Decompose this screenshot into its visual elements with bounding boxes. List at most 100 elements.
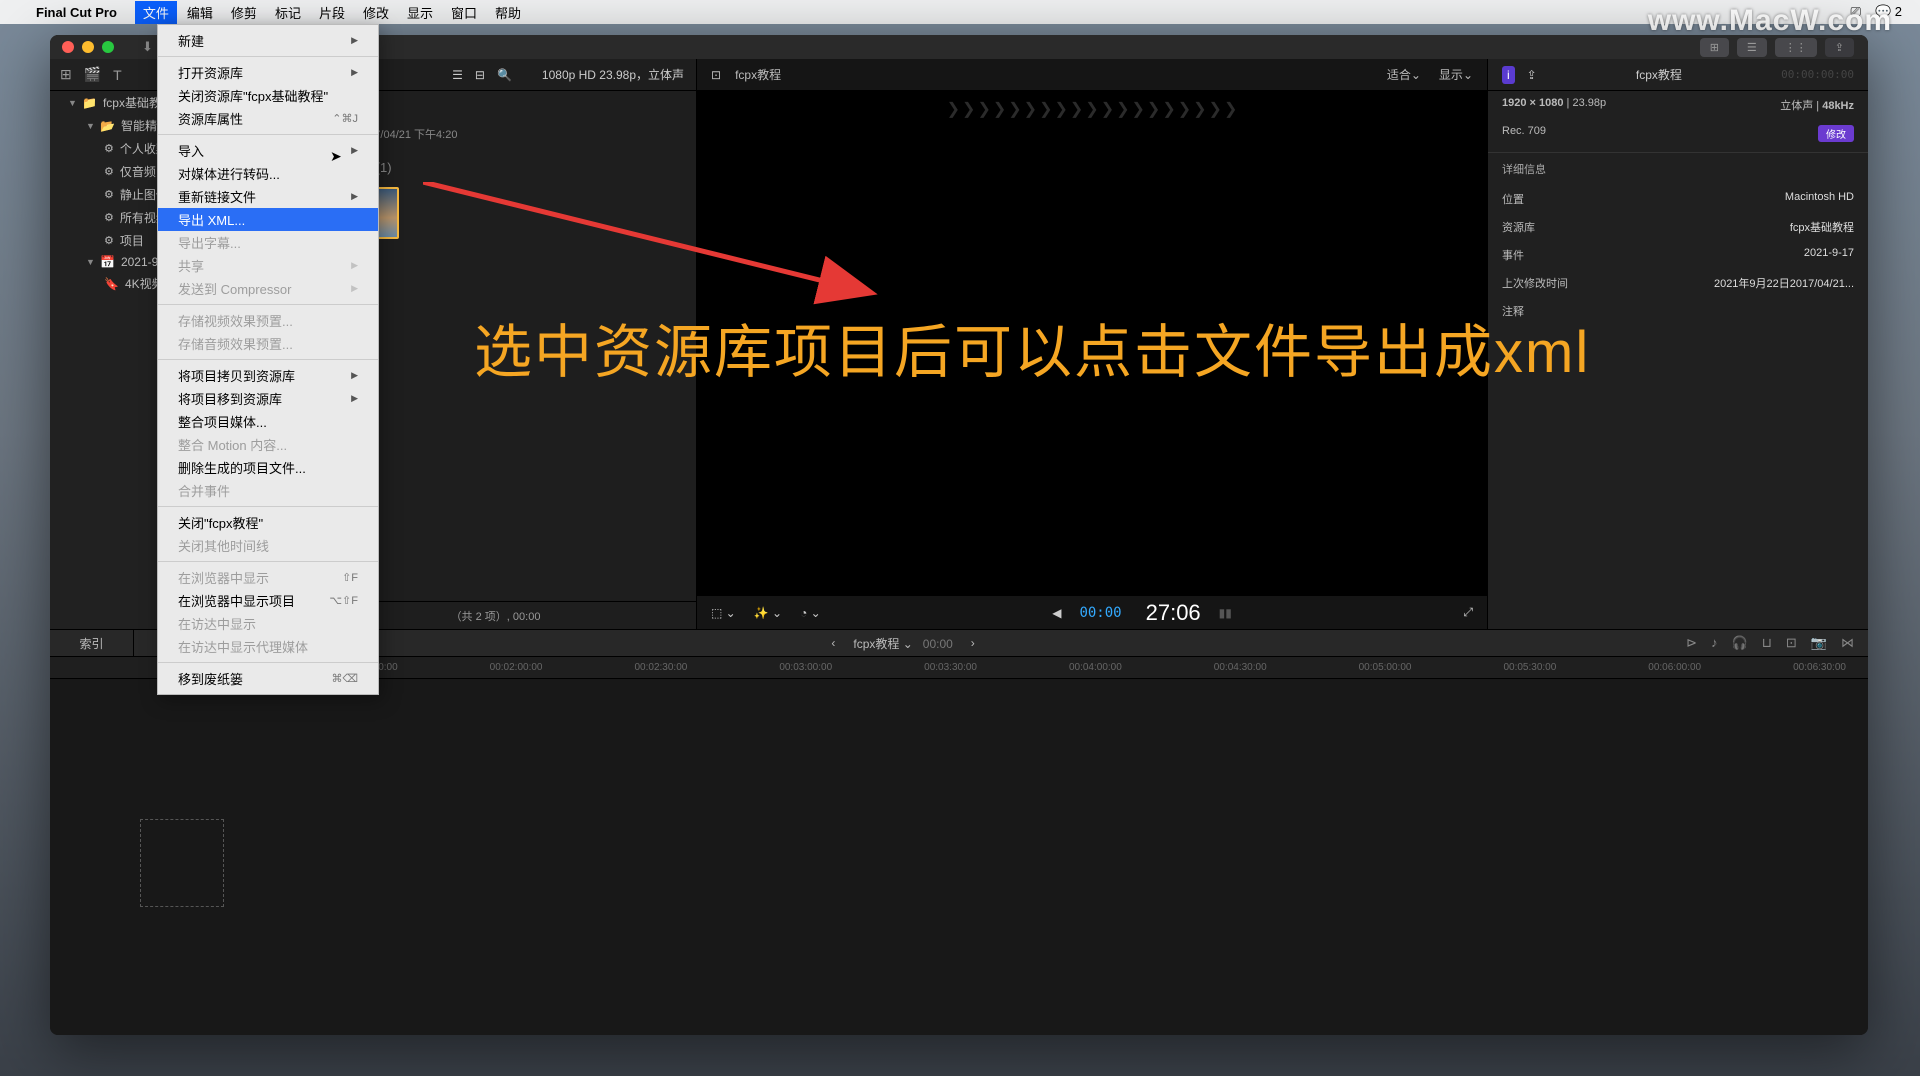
viewer-view[interactable]: 显示 <box>1439 66 1463 83</box>
menu-delete-generated[interactable]: 删除生成的项目文件... <box>158 456 378 479</box>
angle-icon[interactable]: ⊡ <box>711 68 721 82</box>
menu-new[interactable]: 新建 <box>158 29 378 52</box>
skimming-icon[interactable]: ⊳ <box>1686 635 1697 651</box>
library-tab-icon[interactable]: ⊞ <box>60 66 72 83</box>
inspector-colorspace: Rec. 709 <box>1502 125 1546 142</box>
inspector-audio: 立体声 <box>1780 100 1813 112</box>
ruler-mark: 00:03:00:00 <box>779 662 832 673</box>
annotation-text: 选中资源库项目后可以点击文件导出成xml <box>474 305 1590 389</box>
menu-move-to-library[interactable]: 将项目移到资源库 <box>158 387 378 410</box>
clip-appearance-icon[interactable]: ☰ <box>452 68 463 82</box>
menu-trim[interactable]: 修剪 <box>231 3 257 22</box>
render-indicator: ❯❯❯❯❯❯❯❯❯❯❯❯❯❯❯❯❯❯❯ <box>697 99 1487 123</box>
titles-tab-icon[interactable]: T <box>113 67 122 83</box>
menu-mark[interactable]: 标记 <box>275 3 301 22</box>
info-tab-icon[interactable]: i <box>1502 66 1515 84</box>
layout-filmstrip-button[interactable]: ⋮⋮ <box>1775 38 1817 57</box>
menu-consolidate[interactable]: 整合项目媒体... <box>158 410 378 433</box>
viewer-tc-pre: 00:00 <box>1079 605 1121 621</box>
search-icon[interactable]: 🔍 <box>497 68 512 82</box>
menu-transcode[interactable]: 对媒体进行转码... <box>158 162 378 185</box>
menu-relink[interactable]: 重新链接文件 <box>158 185 378 208</box>
tl-effects-icon[interactable]: ⋈ <box>1841 635 1854 651</box>
menu-save-vfx: 存储视频效果预置... <box>158 309 378 332</box>
inspector-timecode: 00:00:00:00 <box>1781 68 1854 81</box>
file-menu-dropdown: 新建 打开资源库 关闭资源库"fcpx基础教程" 资源库属性⌃⌘J 导入 对媒体… <box>157 24 379 695</box>
timeline-name[interactable]: fcpx教程 <box>853 637 899 651</box>
transform-tool-icon[interactable]: ⬚ ⌄ <box>711 606 736 620</box>
ruler-mark: 00:03:30:00 <box>924 662 977 673</box>
wechat-badge: 2 <box>1895 4 1902 19</box>
timeline-tc: 00:00 <box>923 637 953 651</box>
ruler-mark: 00:05:30:00 <box>1503 662 1556 673</box>
solo-icon[interactable]: 🎧 <box>1732 635 1748 651</box>
menu-save-afx: 存储音频效果预置... <box>158 332 378 355</box>
menu-modify[interactable]: 修改 <box>363 3 389 22</box>
retime-tool-icon[interactable]: ◔ ⌄ <box>800 606 821 620</box>
menu-consolidate-motion: 整合 Motion 内容... <box>158 433 378 456</box>
menu-open-library[interactable]: 打开资源库 <box>158 61 378 84</box>
empty-clip-placeholder <box>140 819 224 907</box>
layout-list-button[interactable]: ☰ <box>1737 38 1767 57</box>
ruler-mark: 00:04:00:00 <box>1069 662 1122 673</box>
timeline-body[interactable] <box>50 679 1868 1035</box>
loc-value: Macintosh HD <box>1785 191 1854 207</box>
viewer-fit[interactable]: 适合 <box>1387 66 1411 83</box>
photos-tab-icon[interactable]: 🎬 <box>84 66 101 83</box>
play-prev-icon[interactable]: ◀ <box>1052 606 1061 620</box>
timeline-next-icon[interactable]: › <box>971 636 975 650</box>
snap-icon[interactable]: ⊔ <box>1762 635 1772 651</box>
menu-trash[interactable]: 移到废纸篓⌘⌫ <box>158 667 378 690</box>
menu-close-library[interactable]: 关闭资源库"fcpx基础教程" <box>158 84 378 107</box>
menu-export-xml[interactable]: 导出 XML... <box>158 208 378 231</box>
window-minimize-button[interactable] <box>82 41 94 53</box>
timeline-index-button[interactable]: 索引 <box>50 629 134 658</box>
menu-reveal-browser: 在浏览器中显示⇧F <box>158 566 378 589</box>
tl-view-icon[interactable]: ⊡ <box>1786 635 1797 651</box>
watermark-text: www.MacW.com <box>1648 4 1892 38</box>
menu-file[interactable]: 文件 <box>135 1 177 24</box>
menu-clip[interactable]: 片段 <box>319 3 345 22</box>
menu-send-compressor: 发送到 Compressor <box>158 277 378 300</box>
mac-menu-bar: Final Cut Pro 文件 编辑 修剪 标记 片段 修改 显示 窗口 帮助… <box>0 0 1920 24</box>
filmstrip-icon[interactable]: ⊟ <box>475 68 485 82</box>
menu-reveal-project-browser[interactable]: 在浏览器中显示项目⌥⇧F <box>158 589 378 612</box>
menu-export-subtitle: 导出字幕... <box>158 231 378 254</box>
cursor-icon: ➤ <box>330 148 342 165</box>
inspector-fps: 23.98p <box>1572 97 1606 109</box>
menu-close-project[interactable]: 关闭"fcpx教程" <box>158 511 378 534</box>
layout-grid-button[interactable]: ⊞ <box>1700 38 1729 57</box>
inspector-resolution: 1920 × 1080 <box>1502 97 1563 109</box>
menu-edit[interactable]: 编辑 <box>187 3 213 22</box>
play-next-icon[interactable]: ▮▮ <box>1219 606 1232 620</box>
browser-format: 1080p HD 23.98p，立体声 <box>542 66 684 83</box>
enhance-tool-icon[interactable]: ✨ ⌄ <box>754 606 782 620</box>
menu-copy-to-library[interactable]: 将项目拷贝到资源库 <box>158 364 378 387</box>
ruler-mark: 00:02:00:00 <box>490 662 543 673</box>
audio-skim-icon[interactable]: ♪ <box>1711 635 1718 651</box>
window-close-button[interactable] <box>62 41 74 53</box>
fullscreen-icon[interactable]: ⤢ <box>1463 605 1473 620</box>
ruler-mark: 00:05:00:00 <box>1359 662 1412 673</box>
import-icon[interactable]: ⬇ <box>142 39 153 55</box>
tl-capture-icon[interactable]: 📷 <box>1811 635 1827 651</box>
menu-merge-event: 合并事件 <box>158 479 378 502</box>
menu-library-properties[interactable]: 资源库属性⌃⌘J <box>158 107 378 130</box>
inspector-modify-tag[interactable]: 修改 <box>1818 125 1854 142</box>
share-button[interactable]: ⇪ <box>1825 38 1854 57</box>
menu-window[interactable]: 窗口 <box>451 3 477 22</box>
timeline-prev-icon[interactable]: ‹ <box>831 636 835 650</box>
mod-value: 2021年9月22日2017/04/21... <box>1714 275 1854 291</box>
inspector-khz: 48kHz <box>1822 100 1854 112</box>
window-zoom-button[interactable] <box>102 41 114 53</box>
inspector-details-header: 详细信息 <box>1488 152 1868 185</box>
menu-view[interactable]: 显示 <box>407 3 433 22</box>
event-label: 事件 <box>1502 247 1524 263</box>
app-name[interactable]: Final Cut Pro <box>36 5 117 20</box>
menu-import[interactable]: 导入 <box>158 139 378 162</box>
inspector-title: fcpx教程 <box>1549 66 1769 83</box>
mod-label: 上次修改时间 <box>1502 275 1568 291</box>
share-tab-icon[interactable]: ⇪ <box>1527 68 1537 82</box>
menu-help[interactable]: 帮助 <box>495 3 521 22</box>
ruler-mark: 00:04:30:00 <box>1214 662 1267 673</box>
